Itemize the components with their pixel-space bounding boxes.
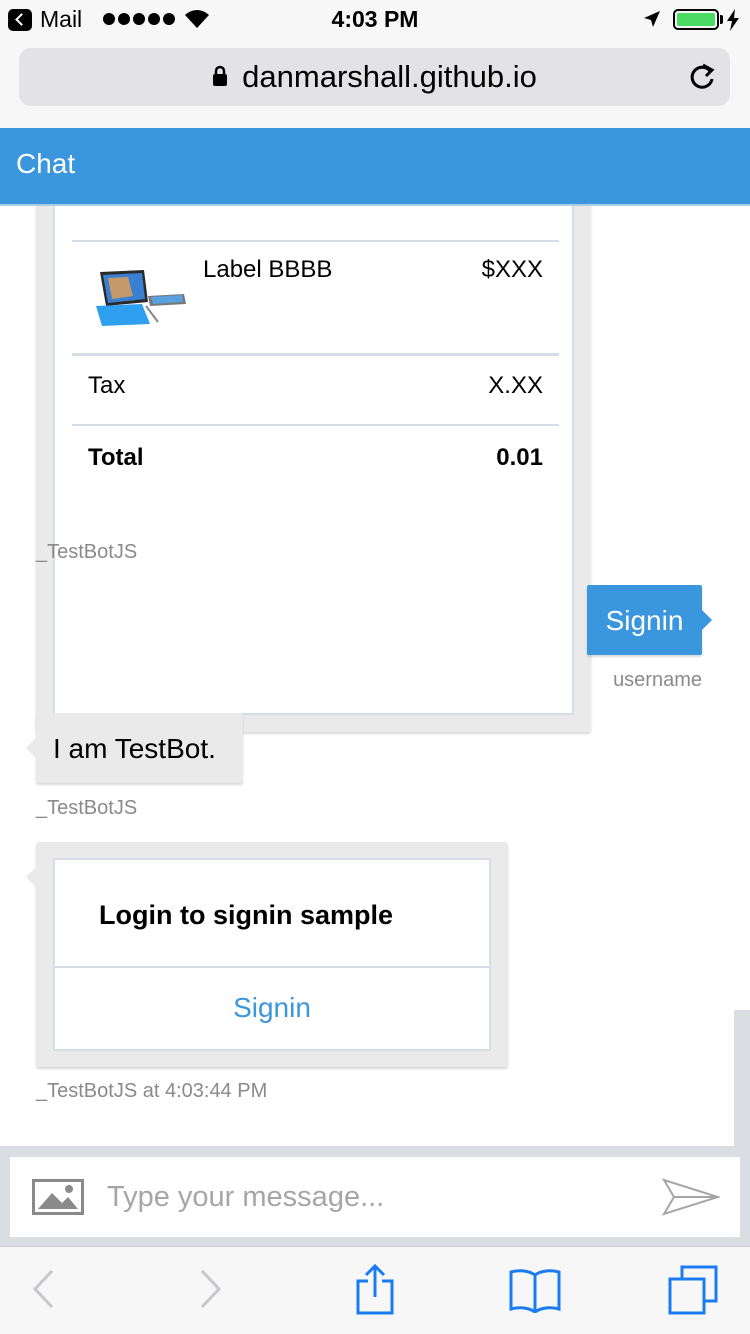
tax-row: Tax X.XX: [72, 356, 559, 426]
tax-value: X.XX: [488, 372, 543, 399]
charging-icon: [727, 9, 739, 31]
bot-message-bubble: I am TestBot.: [26, 713, 243, 783]
conversation[interactable]: Label BBBB $XXX Tax X.XX Total 0.01 _Tes…: [0, 206, 750, 1146]
total-row: Total 0.01: [72, 426, 559, 496]
url-text[interactable]: danmarshall.github.io: [242, 59, 537, 94]
user-message-bubble: Signin: [587, 585, 712, 655]
lock-icon: [213, 65, 228, 86]
chat-header: Chat: [0, 128, 750, 206]
scrollbar[interactable]: [734, 1010, 750, 1146]
total-label: Total: [88, 444, 144, 471]
total-value: 0.01: [496, 444, 543, 471]
chevron-left-icon[interactable]: [30, 1267, 56, 1311]
receipt-body: Label BBBB $XXX Tax X.XX Total 0.01: [53, 206, 574, 715]
chevron-right-icon[interactable]: [198, 1267, 224, 1311]
signin-button[interactable]: Signin: [53, 966, 491, 1051]
tablet-product-image: [96, 270, 186, 326]
signin-card-body: Login to signin sample Signin: [53, 858, 491, 1051]
address-bar[interactable]: danmarshall.github.io: [19, 48, 730, 106]
send-icon[interactable]: [662, 1177, 720, 1217]
browser-chrome: danmarshall.github.io: [0, 40, 750, 128]
receipt-card: Label BBBB $XXX Tax X.XX Total 0.01: [36, 206, 591, 732]
image-icon[interactable]: [32, 1179, 84, 1215]
receipt-line-item: Label BBBB $XXX: [72, 240, 559, 356]
signin-card-title: Login to signin sample: [99, 900, 394, 930]
signin-card-sender: _TestBotJS at 4:03:44 PM: [36, 1080, 268, 1102]
clock: 4:03 PM: [331, 6, 419, 32]
tabs-icon[interactable]: [668, 1265, 720, 1315]
chat-title: Chat: [16, 148, 76, 179]
location-icon: [644, 11, 660, 27]
battery-icon: [673, 9, 719, 30]
user-message-sender: username: [613, 669, 702, 691]
item-price: $XXX: [481, 256, 543, 283]
item-title: Label BBBB: [203, 256, 333, 283]
message-input-box[interactable]: Type your message...: [10, 1157, 740, 1237]
bot-message-text: I am TestBot.: [53, 733, 216, 764]
battery-tip: [720, 15, 723, 24]
reload-icon[interactable]: [688, 61, 716, 91]
input-bar: Type your message...: [0, 1146, 750, 1246]
bookmarks-icon[interactable]: [508, 1267, 562, 1313]
signin-card: Login to signin sample Signin: [26, 842, 508, 1067]
share-icon[interactable]: [354, 1263, 396, 1315]
user-message-text: Signin: [605, 605, 684, 636]
tax-label: Tax: [88, 372, 126, 399]
bot-message-sender: _TestBotJS: [36, 797, 138, 819]
status-bar: Mail 4:03 PM: [0, 0, 750, 40]
browser-toolbar: [0, 1246, 750, 1334]
message-input[interactable]: Type your message...: [107, 1181, 384, 1214]
receipt-sender: _TestBotJS: [36, 541, 138, 563]
